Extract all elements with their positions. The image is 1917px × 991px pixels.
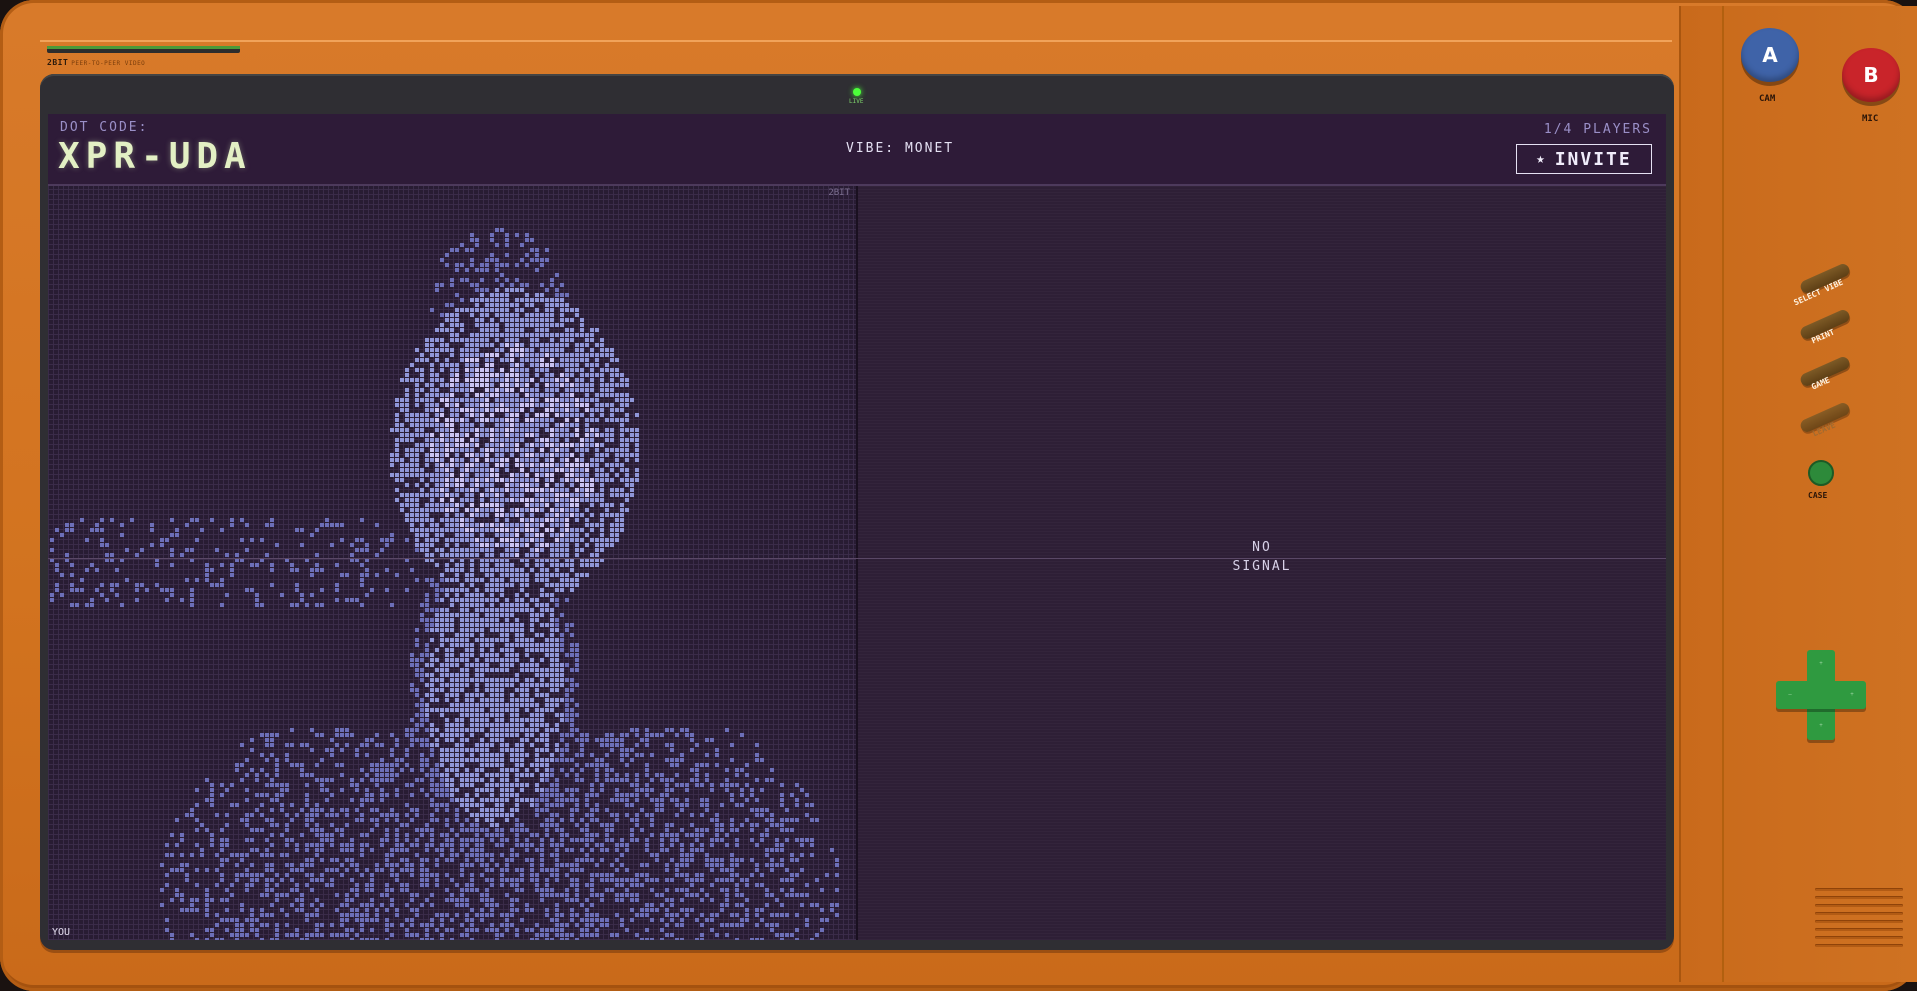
dpad-right-button[interactable]: + [1838, 681, 1866, 709]
player-count: 1/4 PLAYERS [1543, 122, 1652, 137]
live-label: LIVE [849, 98, 864, 105]
dpad-down-button[interactable]: + [1807, 712, 1835, 740]
brand: 2BIT PEER-TO-PEER VIDEO [47, 58, 145, 67]
you-label: YOU [52, 927, 71, 938]
brand-name: 2BIT [47, 58, 69, 67]
invite-button[interactable]: ★ INVITE [1516, 144, 1652, 174]
dot-code-label: DOT CODE: [60, 120, 149, 135]
cam-caption: CAM [1759, 94, 1776, 104]
side-control-panel [1679, 6, 1917, 982]
mic-button[interactable]: B [1842, 48, 1900, 102]
vibe-label: VIBE: MONET [846, 141, 955, 156]
no-signal-line2: SIGNAL [1232, 559, 1292, 574]
no-signal-line1: NO [1252, 540, 1272, 555]
dpad-left-button[interactable]: – [1776, 681, 1804, 709]
top-rule [40, 40, 1672, 42]
d-pad: + + – + [1776, 650, 1866, 740]
live-indicator-icon [853, 88, 861, 96]
speaker-grille [1815, 888, 1903, 952]
no-signal-message: NO SIGNAL [858, 538, 1666, 576]
video-tile-you: 2BIT YOU [48, 186, 858, 940]
mic-caption: MIC [1862, 114, 1879, 124]
cam-button[interactable]: A [1741, 28, 1799, 82]
dot-code: XPR-UDA [58, 136, 252, 177]
tile-divider [48, 558, 1666, 559]
brand-tagline: PEER-TO-PEER VIDEO [71, 60, 146, 67]
tile-watermark: 2BIT [828, 188, 850, 198]
brand-bar [47, 46, 240, 53]
star-icon: ★ [1536, 151, 1547, 167]
screen: DOT CODE: XPR-UDA VIBE: MONET 1/4 PLAYER… [48, 114, 1666, 940]
dpad-up-button[interactable]: + [1807, 650, 1835, 678]
dot-matrix-video [50, 228, 839, 940]
case-button[interactable] [1808, 460, 1834, 486]
invite-label: INVITE [1554, 148, 1632, 170]
session-header: DOT CODE: XPR-UDA VIBE: MONET 1/4 PLAYER… [48, 114, 1666, 186]
video-tile-peer: NO SIGNAL [858, 186, 1666, 940]
case-label: CASE [1808, 491, 1828, 500]
